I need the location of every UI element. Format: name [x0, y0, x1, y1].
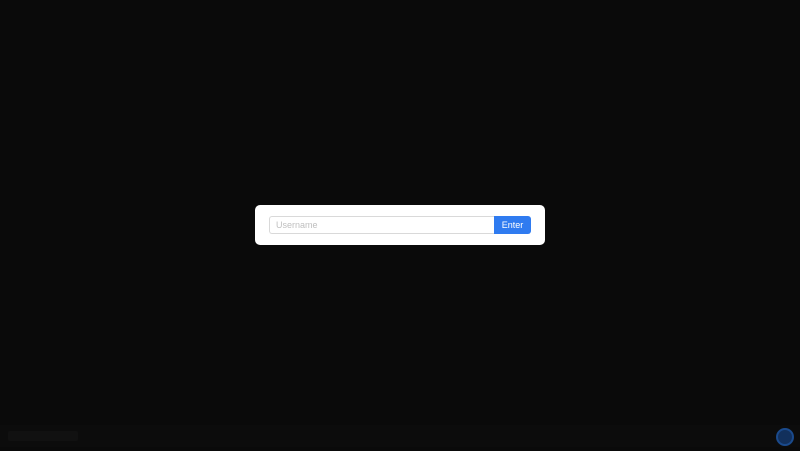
bottom-bar-placeholder: [8, 431, 78, 441]
enter-button[interactable]: Enter: [494, 216, 531, 234]
login-card: Enter: [255, 205, 545, 245]
bottom-bar: [0, 425, 800, 447]
app-stage: Enter: [0, 0, 800, 451]
username-input[interactable]: [269, 216, 495, 234]
floating-action-button[interactable]: [776, 428, 794, 446]
